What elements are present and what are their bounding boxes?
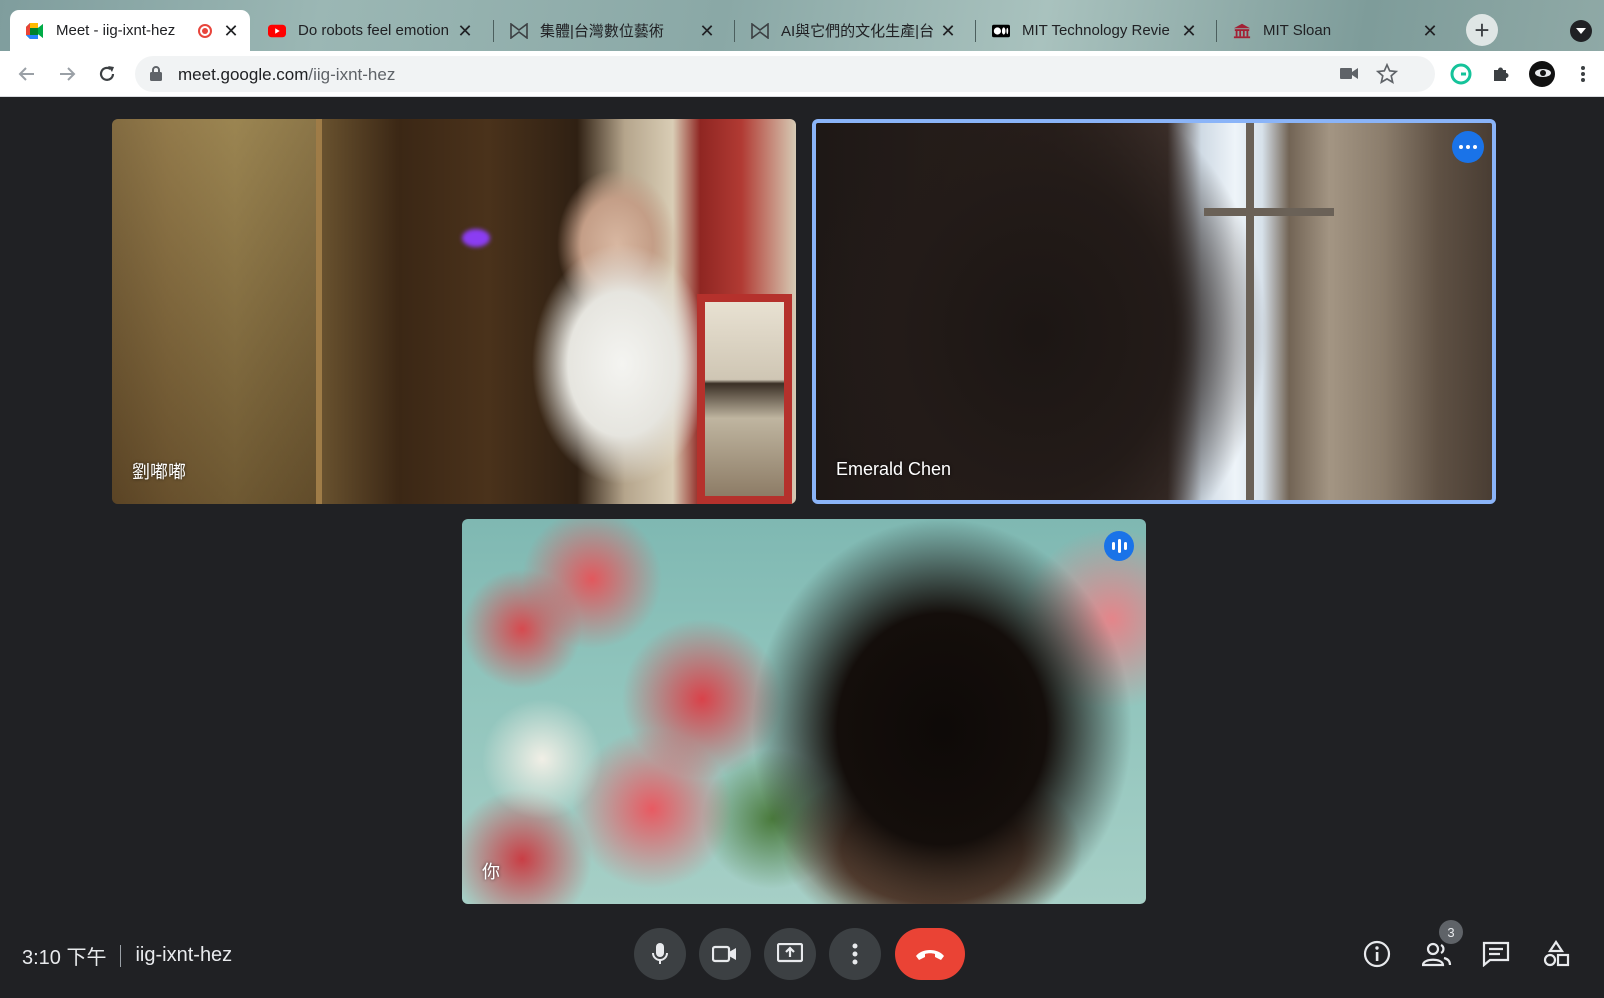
mit-building-icon (1233, 22, 1251, 40)
video-background (1246, 123, 1254, 500)
tab-digital-art[interactable]: 集體|台灣數位藝術 ✕ (494, 10, 726, 51)
back-button[interactable] (14, 61, 40, 87)
video-background (112, 119, 322, 504)
divider (120, 944, 122, 967)
plus-icon: + (1474, 15, 1490, 45)
lock-icon (150, 66, 162, 81)
tab-meet[interactable]: Meet - iig-ixnt-hez ✕ (10, 10, 250, 51)
people-icon (1422, 942, 1452, 967)
activities-shapes-icon (1543, 940, 1570, 967)
close-icon[interactable]: ✕ (939, 22, 957, 40)
more-vert-icon[interactable] (1572, 63, 1594, 85)
tab-title: Do robots feel emotion (298, 22, 449, 39)
close-icon[interactable]: ✕ (1180, 22, 1198, 40)
participant-tile-self[interactable]: 你 (462, 519, 1146, 904)
medium-icon (992, 22, 1010, 40)
profile-avatar[interactable] (1529, 61, 1555, 87)
arrow-right-icon (60, 67, 76, 81)
more-vert-icon (852, 943, 858, 965)
info-icon (1363, 940, 1391, 968)
video-background (697, 294, 792, 504)
url-domain: meet.google.com (178, 65, 309, 84)
microphone-icon (652, 943, 668, 964)
close-icon[interactable]: ✕ (698, 22, 716, 40)
more-options-button[interactable] (829, 928, 881, 980)
close-icon[interactable]: ✕ (1421, 22, 1439, 40)
meeting-details: 3:10 下午 iig-ixnt-hez (22, 941, 232, 970)
tab-search-button[interactable] (1570, 20, 1592, 42)
camera-button[interactable] (699, 928, 751, 980)
tab-mit-sloan[interactable]: MIT Sloan ✕ (1217, 10, 1449, 51)
hang-up-icon (916, 950, 944, 960)
video-background (1204, 208, 1334, 216)
clock-time: 3:10 下午 (22, 947, 107, 969)
address-bar[interactable]: meet.google.com/iig-ixnt-hez (135, 56, 1435, 92)
participant-name: 你 (482, 862, 500, 882)
present-screen-icon (777, 943, 803, 963)
chat-icon (1482, 941, 1510, 967)
tab-strip: Meet - iig-ixnt-hez ✕ Do robots feel emo… (0, 0, 1604, 51)
video-background (462, 229, 490, 247)
participant-name: Emerald Chen (836, 459, 952, 479)
youtube-icon (268, 22, 286, 40)
recording-indicator-icon (198, 23, 212, 38)
participant-count-badge: 3 (1439, 920, 1463, 944)
microphone-button[interactable] (634, 928, 686, 980)
activities-button[interactable] (1540, 938, 1572, 970)
tab-title: Meet - iig-ixnt-hez (56, 22, 176, 39)
meeting-code: iig-ixnt-hez (135, 944, 233, 966)
close-icon[interactable]: ✕ (456, 22, 474, 40)
tab-title: MIT Sloan (1263, 22, 1332, 39)
speaking-indicator-icon (1104, 531, 1134, 561)
tab-youtube[interactable]: Do robots feel emotion ✕ (252, 10, 484, 51)
participant-name: 劉嘟嘟 (132, 462, 186, 482)
more-options-icon[interactable] (1452, 131, 1484, 163)
close-icon[interactable]: ✕ (222, 22, 240, 40)
reload-icon (99, 66, 115, 81)
forward-button[interactable] (54, 61, 80, 87)
extensions-puzzle-icon[interactable] (1490, 63, 1512, 85)
participant-tile[interactable]: 劉嘟嘟 (112, 119, 796, 504)
chevron-down-icon (1576, 28, 1586, 34)
tab-title: MIT Technology Revie (1022, 22, 1170, 39)
browser-toolbar: meet.google.com/iig-ixnt-hez (0, 51, 1604, 97)
chat-button[interactable] (1480, 938, 1512, 970)
tab-title: AI與它們的文化生產|台 (781, 23, 935, 40)
bookmark-logo-icon (510, 22, 528, 40)
participant-tile-active-speaker[interactable]: Emerald Chen (812, 119, 1496, 504)
google-meet-icon (26, 22, 44, 40)
meeting-info-button[interactable] (1361, 938, 1393, 970)
present-screen-button[interactable] (764, 928, 816, 980)
tab-title: 集體|台灣數位藝術 (540, 23, 664, 40)
url-path: /iig-ixnt-hez (308, 65, 396, 84)
tab-ai-culture[interactable]: AI與它們的文化生產|台 ✕ (735, 10, 967, 51)
tab-mit-tech-review[interactable]: MIT Technology Revie ✕ (976, 10, 1208, 51)
new-tab-button[interactable]: + (1466, 14, 1498, 46)
reload-button[interactable] (94, 61, 120, 87)
camera-permission-icon[interactable] (1340, 67, 1358, 80)
star-icon[interactable] (1376, 63, 1398, 85)
url-text: meet.google.com/iig-ixnt-hez (178, 65, 395, 85)
grammarly-extension-icon[interactable] (1450, 63, 1472, 85)
video-camera-icon (712, 945, 736, 963)
bookmark-logo-icon (751, 22, 769, 40)
arrow-left-icon (18, 67, 34, 81)
leave-call-button[interactable] (895, 928, 965, 980)
